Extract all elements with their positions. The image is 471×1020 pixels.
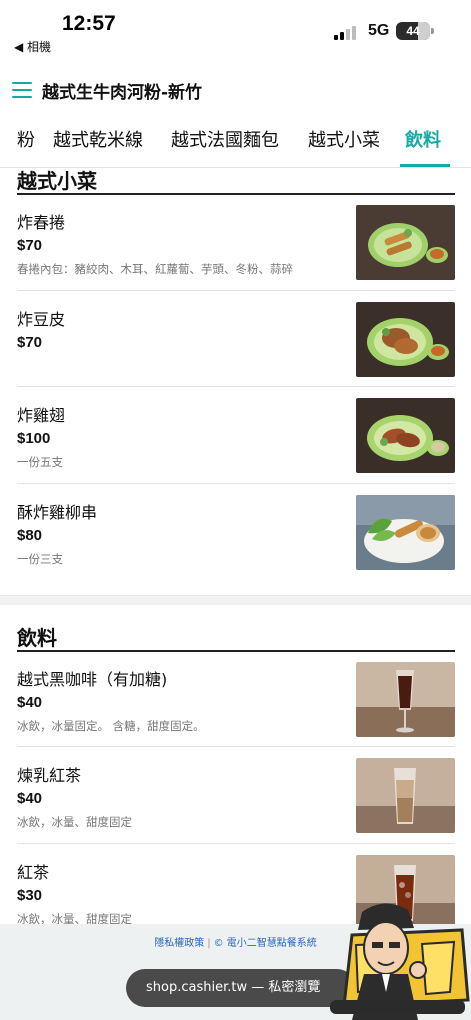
item-name: 紅茶 bbox=[17, 863, 50, 882]
privacy-policy-link[interactable]: 隱私權政策 bbox=[154, 938, 204, 949]
crispy-chicken-skewers-photo bbox=[356, 495, 455, 570]
menu-content[interactable]: 越式小菜 炸春捲 $70 春捲內包：豬絞肉、木耳、紅蘿蔔、芋頭、冬粉、蒜碎 炸豆… bbox=[0, 168, 471, 928]
item-name: 煉乳紅茶 bbox=[17, 766, 82, 785]
tab-side-dishes[interactable]: 越式小菜 bbox=[308, 126, 380, 152]
item-price: $70 bbox=[17, 237, 43, 254]
item-name: 炸豆皮 bbox=[17, 310, 66, 329]
menu-item-fried-chicken-wings[interactable]: 炸雞翅 $100 一份五支 bbox=[0, 388, 471, 485]
item-price: $30 bbox=[17, 887, 43, 904]
item-name: 越式黑咖啡（有加糖) bbox=[17, 670, 168, 689]
menu-item-fried-tofu-skin[interactable]: 炸豆皮 $70 bbox=[0, 292, 471, 389]
condensed-milk-tea-photo bbox=[356, 758, 455, 833]
item-price: $80 bbox=[17, 527, 43, 544]
app-header: 越式生牛肉河粉-新竹 bbox=[0, 62, 471, 114]
item-divider bbox=[17, 386, 455, 387]
item-description: 冰飲，冰量、甜度固定 bbox=[17, 815, 132, 829]
item-name: 炸雞翅 bbox=[17, 406, 66, 425]
item-divider bbox=[17, 483, 455, 484]
item-divider bbox=[17, 746, 455, 747]
item-name: 酥炸雞柳串 bbox=[17, 503, 98, 522]
store-title: 越式生牛肉河粉-新竹 bbox=[42, 83, 203, 103]
menu-item-condensed-milk-tea[interactable]: 煉乳紅茶 $40 冰飲，冰量、甜度固定 bbox=[0, 748, 471, 845]
back-to-app-link[interactable]: ◀ 相機 bbox=[14, 38, 51, 55]
item-price: $100 bbox=[17, 430, 51, 447]
item-description: 冰飲，冰量固定。 含糖，甜度固定。 bbox=[17, 719, 205, 733]
mascot-sticker bbox=[322, 900, 471, 1020]
item-description: 春捲內包：豬絞肉、木耳、紅蘿蔔、芋頭、冬粉、蒜碎 bbox=[17, 262, 293, 276]
tab-dry-vermicelli[interactable]: 越式乾米線 bbox=[53, 126, 143, 152]
category-tabs: 粉 越式乾米線 越式法國麵包 越式小菜 飲料 bbox=[0, 114, 471, 168]
tab-pho[interactable]: 粉 bbox=[17, 126, 35, 152]
battery-tip bbox=[431, 28, 434, 34]
item-price: $40 bbox=[17, 790, 43, 807]
battery-level: 44 bbox=[406, 24, 420, 38]
item-divider bbox=[17, 290, 455, 291]
menu-item-vietnamese-black-coffee[interactable]: 越式黑咖啡（有加糖) $40 冰飲，冰量固定。 含糖，甜度固定。 bbox=[0, 652, 471, 749]
item-price: $40 bbox=[17, 694, 43, 711]
powered-by-link[interactable]: © 電小二智慧點餐系統 bbox=[214, 938, 317, 949]
fried-chicken-wings-photo bbox=[356, 398, 455, 473]
clock: 12:57 bbox=[62, 12, 116, 35]
item-divider bbox=[17, 843, 455, 844]
section-separator bbox=[0, 595, 471, 605]
battery-icon: 44 bbox=[396, 22, 430, 40]
vietnamese-black-coffee-photo bbox=[356, 662, 455, 737]
section-title-drinks: 飲料 bbox=[17, 626, 57, 650]
menu-item-crispy-chicken-skewers[interactable]: 酥炸雞柳串 $80 一份三支 bbox=[0, 485, 471, 582]
network-type: 5G bbox=[368, 22, 390, 39]
footer-separator: | bbox=[207, 938, 211, 949]
item-description: 一份三支 bbox=[17, 552, 63, 566]
fried-tofu-skin-photo bbox=[356, 302, 455, 377]
item-price: $70 bbox=[17, 334, 43, 351]
status-bar: 12:57 ◀ 相機 5G 44 bbox=[0, 0, 471, 62]
tab-banh-mi[interactable]: 越式法國麵包 bbox=[171, 126, 279, 152]
item-description: 一份五支 bbox=[17, 455, 63, 469]
spring-rolls-photo bbox=[356, 205, 455, 280]
signal-icon bbox=[334, 24, 360, 40]
hamburger-menu-icon[interactable] bbox=[12, 82, 32, 98]
section-title-side-dishes: 越式小菜 bbox=[17, 169, 97, 193]
menu-item-spring-rolls[interactable]: 炸春捲 $70 春捲內包：豬絞肉、木耳、紅蘿蔔、芋頭、冬粉、蒜碎 bbox=[0, 195, 471, 292]
active-tab-indicator bbox=[400, 164, 450, 167]
item-name: 炸春捲 bbox=[17, 213, 66, 232]
tab-drinks[interactable]: 飲料 bbox=[405, 126, 441, 152]
